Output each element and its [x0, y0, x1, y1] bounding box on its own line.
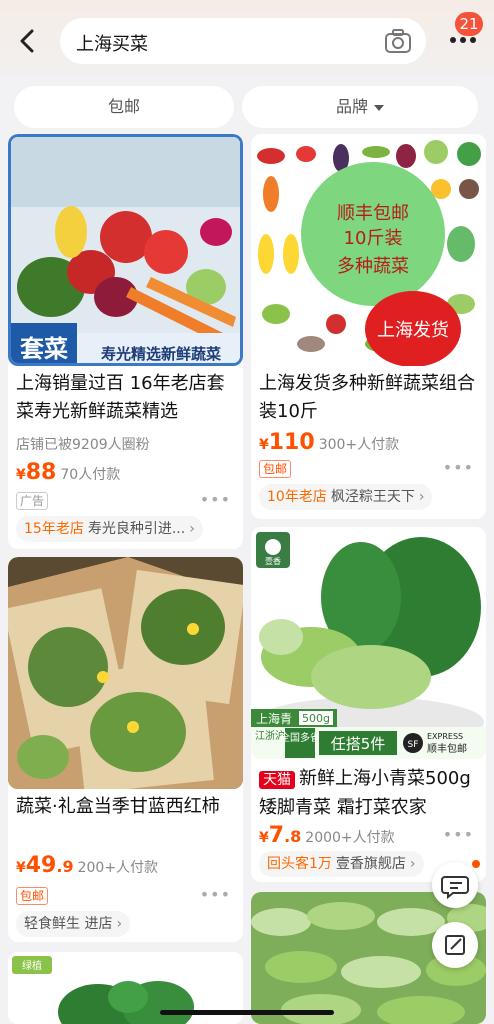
- sold-count: 2000+人付款: [305, 830, 395, 846]
- more-options-icon[interactable]: •••: [200, 490, 231, 509]
- bok-choy-illustration: 壹香 上海青 500g 江浙沪皖 全国多省 任搭5件 SF EXPRESS 顺丰…: [251, 527, 486, 759]
- more-options-icon[interactable]: •••: [200, 885, 231, 904]
- filter-brand[interactable]: 品牌: [242, 86, 478, 128]
- image-weight: 500g: [302, 712, 330, 725]
- image-region2: 全国多省: [280, 731, 320, 744]
- shop-link[interactable]: 10年老店 枫泾粽王天下 ›: [259, 484, 433, 510]
- chevron-right-icon: ›: [189, 521, 195, 537]
- shop-link[interactable]: 15年老店 寿光良种引进... ›: [16, 516, 203, 542]
- image-express: 顺丰包邮: [427, 742, 467, 755]
- shop-name: 寿光良种引进...: [87, 521, 186, 537]
- shop-name: 壹香旗舰店: [335, 856, 406, 872]
- image-bubble-line2: 10斤装: [344, 228, 403, 249]
- price-int: 7: [268, 823, 285, 848]
- home-indicator: [160, 1010, 334, 1015]
- search-bar[interactable]: 上海买菜: [60, 18, 426, 64]
- sold-count: 200+人付款: [77, 860, 159, 876]
- caret-down-icon: [374, 104, 384, 111]
- shop-highlight: 10年老店: [267, 489, 327, 505]
- more-options-icon[interactable]: •••: [443, 458, 474, 477]
- back-arrow-icon[interactable]: [14, 26, 42, 56]
- shop-name: 轻食鲜生 进店: [24, 916, 113, 932]
- image-stamp: 上海发货: [377, 320, 449, 341]
- price-int: 49: [25, 853, 57, 878]
- product-card[interactable]: 壹香 上海青 500g 江浙沪皖 全国多省 任搭5件 SF EXPRESS 顺丰…: [251, 527, 486, 882]
- vegetable-gift-box-illustration: [8, 557, 243, 789]
- svg-text:SF: SF: [408, 740, 419, 750]
- price-decimal: .8: [284, 827, 302, 846]
- price-int: 110: [268, 430, 315, 455]
- image-caption: 套菜: [20, 335, 68, 363]
- ad-tag: 广告: [16, 492, 49, 510]
- filter-label: 品牌: [335, 97, 368, 116]
- shop-link[interactable]: 轻食鲜生 进店 ›: [16, 911, 131, 937]
- vegetable-basket-illustration: 套菜 寿光精选新鲜蔬菜: [11, 137, 240, 363]
- free-shipping-tag: 包邮: [16, 887, 49, 905]
- message-count-badge: 21: [455, 12, 483, 36]
- filter-label: 包邮: [107, 97, 140, 116]
- image-promo: 任搭5件: [331, 735, 386, 753]
- price-decimal: .9: [56, 857, 74, 876]
- sold-count: 300+人付款: [318, 437, 400, 453]
- shop-highlight: 回头客1万: [267, 856, 332, 872]
- sold-count: 70人付款: [60, 467, 121, 483]
- product-title: 蔬菜·礼盒当季甘蓝西红柿: [16, 796, 220, 817]
- camera-icon[interactable]: [384, 28, 412, 54]
- product-image: 套菜 寿光精选新鲜蔬菜: [8, 134, 243, 366]
- shop-name: 枫泾粽王天下: [330, 489, 415, 505]
- product-image: 壹香 上海青 500g 江浙沪皖 全国多省 任搭5件 SF EXPRESS 顺丰…: [251, 527, 486, 759]
- product-card[interactable]: 蔬菜·礼盒当季甘蓝西红柿 ¥49.9 200+人付款 包邮 ••• 轻食鲜生 进店…: [8, 557, 243, 942]
- image-bubble-line3: 多种蔬菜: [337, 256, 409, 277]
- price-symbol: ¥: [16, 467, 26, 483]
- product-price: ¥88 70人付款: [16, 460, 120, 485]
- notification-dot: [472, 860, 480, 868]
- shop-fans: 店铺已被9209人圈粉: [16, 437, 150, 453]
- product-title: 天猫 新鲜上海小青菜500g 矮脚青菜 霜打菜农家: [259, 765, 480, 822]
- tmall-badge: 天猫: [259, 771, 295, 789]
- chevron-right-icon: ›: [409, 856, 416, 872]
- product-title: 上海销量过百 16年老店套菜寿光新鲜蔬菜精选: [16, 373, 225, 422]
- price-int: 88: [25, 460, 57, 485]
- price-symbol: ¥: [259, 830, 269, 846]
- image-logo: 壹香: [265, 556, 281, 566]
- shop-link[interactable]: 回头客1万 壹香旗舰店 ›: [259, 851, 424, 877]
- product-card[interactable]: 顺丰包邮 10斤装 多种蔬菜 上海发货 上海发货多种新鲜蔬菜组合装10斤 ¥11…: [251, 134, 486, 519]
- filter-free-shipping[interactable]: 包邮: [14, 86, 234, 128]
- product-price: ¥7.8 2000+人付款: [259, 823, 395, 848]
- edit-icon: [445, 935, 465, 955]
- more-options-icon[interactable]: •••: [443, 825, 474, 844]
- product-image: 顺丰包邮 10斤装 多种蔬菜 上海发货: [251, 134, 486, 366]
- search-input[interactable]: 上海买菜: [76, 30, 148, 56]
- image-label: 上海青: [256, 711, 292, 726]
- image-subcaption: 寿光精选新鲜蔬菜: [101, 345, 221, 363]
- feedback-button[interactable]: [432, 922, 478, 968]
- chevron-right-icon: ›: [418, 489, 425, 505]
- chat-icon: [441, 876, 469, 900]
- price-symbol: ¥: [259, 437, 269, 453]
- top-bar: 上海买菜 21: [0, 0, 494, 76]
- product-price: ¥49.9 200+人付款: [16, 853, 158, 878]
- image-express-top: EXPRESS: [427, 732, 463, 741]
- assorted-vegetables-illustration: 顺丰包邮 10斤装 多种蔬菜 上海发货: [251, 134, 486, 366]
- chevron-right-icon: ›: [116, 916, 123, 932]
- free-shipping-tag: 包邮: [259, 460, 292, 478]
- customer-service-button[interactable]: [432, 862, 478, 908]
- product-price: ¥110 300+人付款: [259, 430, 399, 455]
- shop-highlight: 15年老店: [24, 521, 84, 537]
- image-bubble-line1: 顺丰包邮: [337, 203, 409, 224]
- product-image: [8, 557, 243, 789]
- product-title: 上海发货多种新鲜蔬菜组合装10斤: [259, 373, 475, 422]
- product-card[interactable]: 套菜 寿光精选新鲜蔬菜 上海销量过百 16年老店套菜寿光新鲜蔬菜精选 店铺已被9…: [8, 134, 243, 549]
- image-logo: 绿植: [22, 959, 42, 972]
- price-symbol: ¥: [16, 860, 26, 876]
